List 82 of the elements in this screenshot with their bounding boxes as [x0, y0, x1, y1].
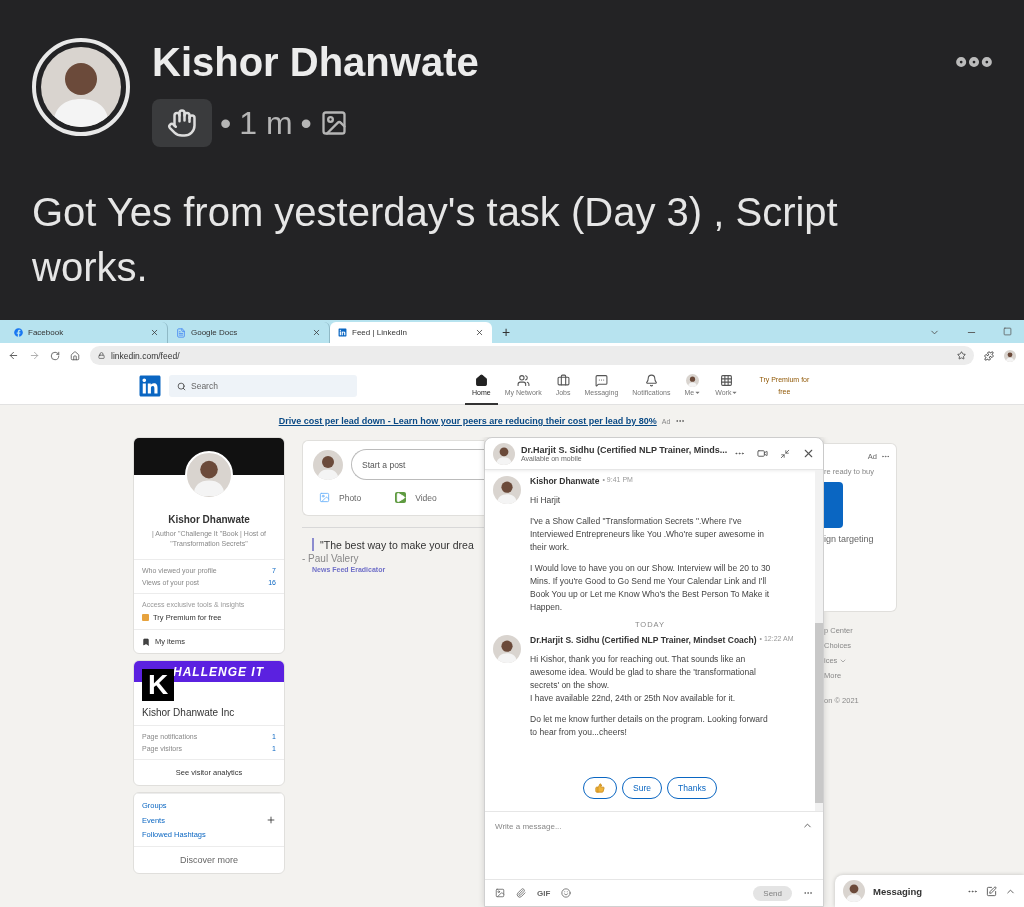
message-text: I Would love to have you on our Show. Interview will be 20 to 30 Mins. If you're Good to Go Send me Your Calendar Link and I'll Book You up or Let me Know Who's the Best Person To Make it Happen.	[530, 562, 772, 614]
more-icon[interactable]	[881, 452, 890, 461]
profile-name[interactable]: Kishor Dhanwate	[134, 514, 284, 525]
sender-name: Dr.Harjit S. Sidhu (Certified NLP Trainer, Mindset Coach)	[530, 635, 757, 645]
image-icon	[319, 109, 348, 137]
bookmark-icon	[142, 637, 150, 646]
emoji-icon[interactable]	[561, 888, 572, 898]
thumbs-up-icon	[595, 783, 606, 793]
maximize-icon[interactable]	[1003, 327, 1012, 336]
caret-icon	[731, 389, 739, 396]
search-icon	[177, 381, 186, 391]
message-input[interactable]: Write a message...	[495, 820, 695, 832]
avatar	[843, 880, 865, 902]
chat-icon	[594, 374, 608, 387]
separator: •	[300, 104, 312, 142]
photo-icon	[319, 492, 330, 503]
back-icon[interactable]	[8, 350, 19, 361]
search-field[interactable]: Search	[169, 375, 357, 397]
image-icon[interactable]	[495, 888, 505, 898]
premium-icon	[142, 614, 149, 621]
reload-icon[interactable]	[50, 350, 60, 361]
ad-link[interactable]: Drive cost per lead down - Learn how your peers are reducing their cost per lead by 80%	[278, 416, 657, 426]
ad-text: ign targeting	[824, 534, 875, 544]
plus-icon[interactable]	[266, 815, 276, 825]
facebook-icon	[14, 328, 23, 337]
message-text: Hi Harjit	[530, 494, 562, 507]
composer-action[interactable]: Video	[415, 492, 437, 503]
message-text: I have available 22nd, 24th or 25th Nov available for it.	[530, 692, 737, 705]
page-logo: K	[142, 669, 174, 701]
avatar	[1004, 349, 1016, 362]
quote-author: - Paul Valery	[302, 553, 360, 564]
grid-icon	[720, 374, 734, 387]
scrollbar-thumb[interactable]	[815, 623, 823, 803]
post-time: 1 m	[239, 104, 293, 142]
star-icon[interactable]	[957, 351, 966, 360]
close-icon[interactable]	[802, 447, 815, 460]
caret-icon	[694, 389, 702, 396]
puzzle-icon[interactable]	[984, 350, 994, 361]
waving-hand-icon	[152, 99, 212, 147]
paperclip-icon[interactable]	[516, 888, 526, 898]
like-reply-button[interactable]	[583, 777, 618, 799]
message-text: Hi Kishor, thank you for reaching out. That sounds like an awesome idea. Would be glad to share the 'transformational secrets' on the show.	[530, 653, 757, 692]
quick-reply-button[interactable]: Thanks	[667, 777, 717, 799]
document-icon	[176, 327, 186, 338]
sender-name: Kishor Dhanwate	[530, 476, 600, 486]
people-icon	[516, 374, 530, 387]
compose-icon[interactable]	[986, 885, 997, 897]
post-text: Got Yes from yesterday's task (Day 3) , Script works.	[32, 189, 839, 291]
avatar	[493, 635, 521, 663]
chat-title[interactable]: Dr.Harjit S. Sidhu (Certified NLP Trainer, Minds...	[521, 445, 728, 455]
message-text: I've a Show Called "Transformation Secrets ".Where I've Interviewed Entrepreneurs like You .Who're super awesome in their work.	[530, 515, 766, 554]
messaging-bar[interactable]: Messaging	[835, 875, 1024, 907]
avatar	[493, 442, 515, 465]
address-bar[interactable]: linkedin.com/feed/	[90, 346, 974, 365]
browser-tab[interactable]: Feed | LinkedIn	[330, 322, 492, 343]
video-icon	[395, 492, 407, 503]
video-icon[interactable]	[757, 448, 768, 459]
quick-reply-button[interactable]: Sure	[622, 777, 663, 799]
gif-button[interactable]: GIF	[537, 888, 551, 898]
quote-text: "The best way to make your drea	[320, 538, 474, 551]
bell-icon	[644, 374, 658, 387]
message-text: Do let me know further details on the program. Looking forward to hear from you...cheers!	[530, 713, 769, 739]
separator: •	[220, 104, 232, 142]
ad-logo	[824, 482, 843, 528]
discover-more-link[interactable]: Discover more	[134, 846, 284, 873]
home-icon[interactable]	[70, 350, 80, 361]
composer-action[interactable]: Photo	[339, 492, 362, 503]
linkedin-logo[interactable]	[138, 374, 162, 398]
author-name: Kishor Dhanwate	[152, 40, 479, 85]
collapse-icon[interactable]	[780, 448, 790, 459]
briefcase-icon	[556, 374, 570, 387]
avatar	[686, 374, 700, 387]
avatar	[313, 449, 343, 480]
new-tab-button[interactable]: +	[492, 324, 521, 343]
page-name[interactable]: Kishor Dhanwate Inc	[134, 701, 284, 725]
home-icon	[474, 374, 488, 387]
avatar	[493, 476, 521, 504]
lock-icon	[98, 352, 105, 359]
close-icon[interactable]	[475, 328, 484, 337]
linkedin-icon	[338, 328, 347, 337]
close-icon[interactable]	[312, 328, 321, 337]
close-icon[interactable]	[150, 328, 159, 337]
